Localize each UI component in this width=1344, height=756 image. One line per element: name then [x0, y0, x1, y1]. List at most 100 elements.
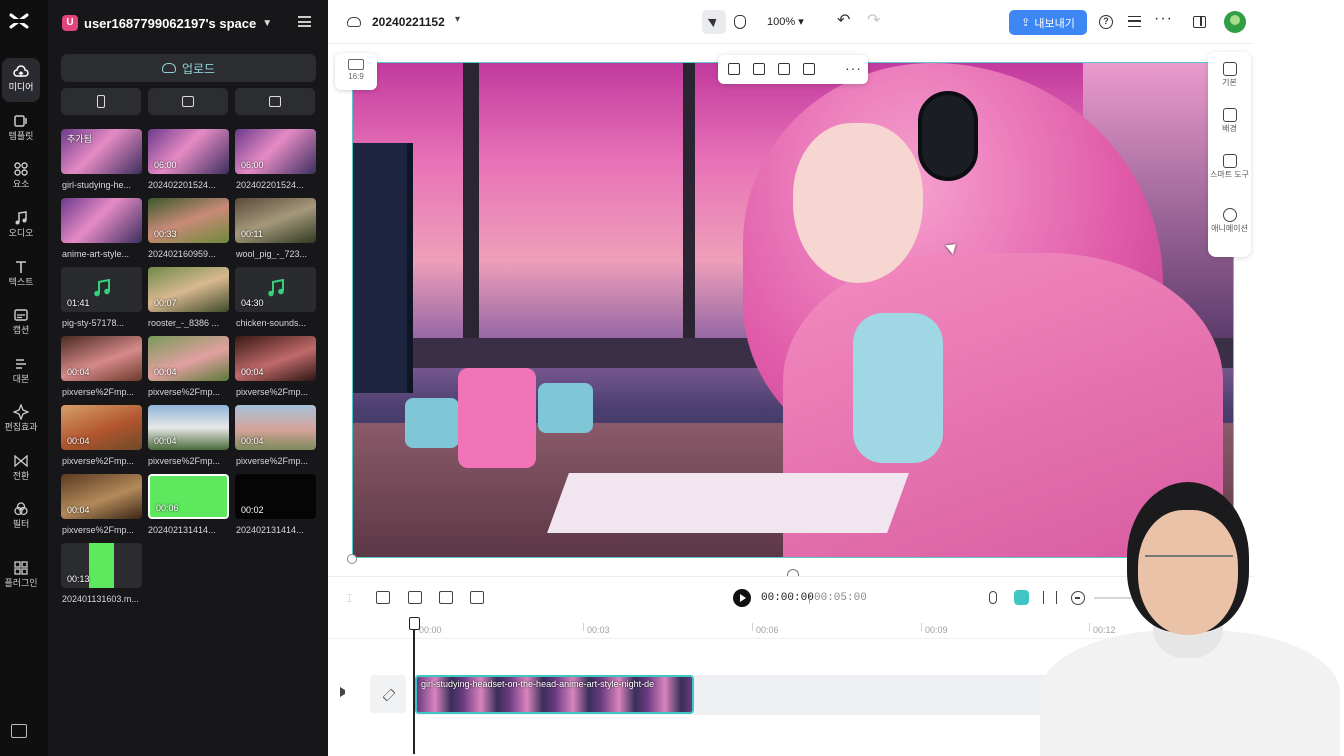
panel-menu-icon[interactable] [298, 16, 311, 27]
media-name: 202401131603.m... [62, 594, 139, 604]
media-name: pixverse%2Fmp... [148, 387, 221, 397]
video-camera-icon [182, 96, 194, 107]
flip-icon[interactable] [439, 591, 453, 604]
cloud-sync-icon [347, 17, 361, 27]
chevron-down-icon[interactable]: ▾ [455, 14, 460, 25]
redo-icon[interactable]: ↷ [867, 13, 880, 29]
space-switcher[interactable]: U user1687799062197's space ▼ [62, 12, 272, 34]
right-tool-smart[interactable]: 스마트 도구 [1208, 154, 1251, 179]
replace-icon[interactable] [728, 63, 740, 75]
media-name: pixverse%2Fmp... [62, 525, 135, 535]
mask-icon[interactable] [803, 63, 815, 75]
playhead[interactable] [410, 617, 419, 754]
layout-panel-icon[interactable] [1193, 16, 1206, 28]
media-thumb[interactable]: 추가됨 [61, 129, 142, 174]
rail-item-transitions[interactable]: 전환 [2, 447, 40, 491]
delete-icon[interactable] [376, 591, 390, 604]
media-thumb[interactable]: 06:00 [235, 129, 316, 174]
filter-image-button[interactable] [235, 88, 315, 115]
media-thumb[interactable]: 00:04 [61, 474, 142, 519]
media-thumb[interactable] [61, 198, 142, 243]
media-thumb[interactable]: 00:04 [235, 336, 316, 381]
filter-video-button[interactable] [148, 88, 228, 115]
capcut-logo-icon[interactable] [8, 10, 30, 32]
help-icon[interactable]: ? [1099, 15, 1113, 29]
video-clip[interactable]: girl-studying-headset-on-the-head-anime-… [415, 675, 694, 714]
media-thumb[interactable]: 00:04 [61, 405, 142, 450]
ruler-tick: 00:06 [752, 623, 779, 635]
rail-label-elements: 요소 [12, 179, 30, 189]
transition-icon [13, 453, 29, 469]
rail-item-captions[interactable]: 캡션 [2, 301, 40, 345]
media-name: pixverse%2Fmp... [236, 387, 309, 397]
media-panel: U user1687799062197's space ▼ 업로드 추가됨 gi… [48, 0, 328, 756]
rail-item-audio[interactable]: 오디오 [2, 204, 40, 248]
space-avatar: U [62, 15, 78, 31]
media-thumb[interactable]: 06:00 [148, 129, 229, 174]
rail-item-elements[interactable]: 요소 [2, 155, 40, 199]
media-thumb[interactable]: 00:04 [148, 405, 229, 450]
user-avatar[interactable] [1224, 11, 1246, 33]
edit-track-button[interactable] [370, 675, 406, 713]
media-thumb[interactable]: 04:30 [235, 267, 316, 312]
filter-mobile-button[interactable] [61, 88, 141, 115]
filter-icon [13, 501, 29, 517]
media-thumb[interactable]: 01:41 [61, 267, 142, 312]
fit-icon[interactable] [753, 63, 765, 75]
hand-tool-icon[interactable] [734, 15, 746, 29]
cloud-upload-icon [161, 63, 176, 73]
layers-icon[interactable] [1128, 16, 1141, 27]
right-tool-background[interactable]: 배경 [1208, 108, 1251, 133]
rail-item-media[interactable]: 미디어 [2, 58, 40, 102]
left-rail: 미디어 템플릿 요소 오디오 텍스트 캡션 대본 편집효과 전환 필터 플러그인 [0, 0, 48, 756]
microphone-icon[interactable] [989, 591, 997, 604]
right-tool-label: 애니메이션 [1211, 224, 1248, 233]
media-thumb-selected[interactable]: 00:06 [148, 474, 229, 519]
rail-label-media: 미디어 [8, 82, 34, 92]
project-title[interactable]: 20240221152 [372, 15, 445, 29]
play-button[interactable] [733, 589, 751, 607]
media-thumb[interactable]: 00:02 [235, 474, 316, 519]
rail-item-templates[interactable]: 템플릿 [2, 107, 40, 151]
export-button[interactable]: ⇪ 내보내기 [1009, 10, 1087, 35]
media-name: chicken-sounds... [236, 318, 307, 328]
right-tool-animation[interactable]: 애니메이션 [1208, 208, 1251, 233]
image-icon [269, 96, 281, 107]
speaker-icon[interactable] [340, 687, 350, 697]
split-icon[interactable]: ⌶ [346, 591, 353, 606]
media-thumb[interactable]: 00:04 [61, 336, 142, 381]
upload-button[interactable]: 업로드 [61, 54, 316, 82]
rail-item-effects[interactable]: 편집효과 [2, 398, 40, 442]
aspect-ratio-button[interactable]: 16:9 [335, 53, 377, 90]
rail-item-script[interactable]: 대본 [2, 350, 40, 394]
media-thumb[interactable]: 00:33 [148, 198, 229, 243]
rail-item-filters[interactable]: 필터 [2, 495, 40, 539]
magnet-toggle[interactable] [1014, 590, 1029, 605]
media-name: pixverse%2Fmp... [62, 387, 135, 397]
media-thumb[interactable]: 00:04 [235, 405, 316, 450]
basic-icon [1222, 62, 1237, 76]
media-duration: 06:00 [241, 160, 264, 170]
right-tool-label: 스마트 도구 [1209, 170, 1250, 179]
window-frame-shape [683, 63, 695, 363]
rail-item-plugins[interactable]: 플러그인 [2, 554, 40, 598]
more-icon[interactable]: ··· [845, 60, 862, 76]
crop-icon[interactable] [408, 591, 422, 604]
media-name: rooster_-_8386 ... [148, 318, 220, 328]
media-thumb[interactable]: 00:04 [148, 336, 229, 381]
download-icon[interactable] [470, 591, 484, 604]
zoom-select[interactable]: 100% ▾ [767, 15, 804, 28]
resize-handle[interactable] [347, 554, 357, 564]
media-thumb[interactable]: 00:11 [235, 198, 316, 243]
mug-shape [405, 398, 459, 448]
keyboard-shortcuts-icon[interactable] [11, 724, 27, 738]
more-icon[interactable]: ··· [1154, 10, 1173, 28]
media-thumb[interactable]: 00:13 [61, 543, 142, 588]
crop-icon[interactable] [778, 63, 790, 75]
media-duration: 00:04 [67, 367, 90, 377]
undo-icon[interactable]: ↶ [837, 13, 850, 29]
pointer-tool-icon[interactable] [702, 10, 726, 34]
right-tool-basic[interactable]: 기본 [1208, 62, 1251, 87]
rail-item-text[interactable]: 텍스트 [2, 253, 40, 297]
media-thumb[interactable]: 00:07 [148, 267, 229, 312]
